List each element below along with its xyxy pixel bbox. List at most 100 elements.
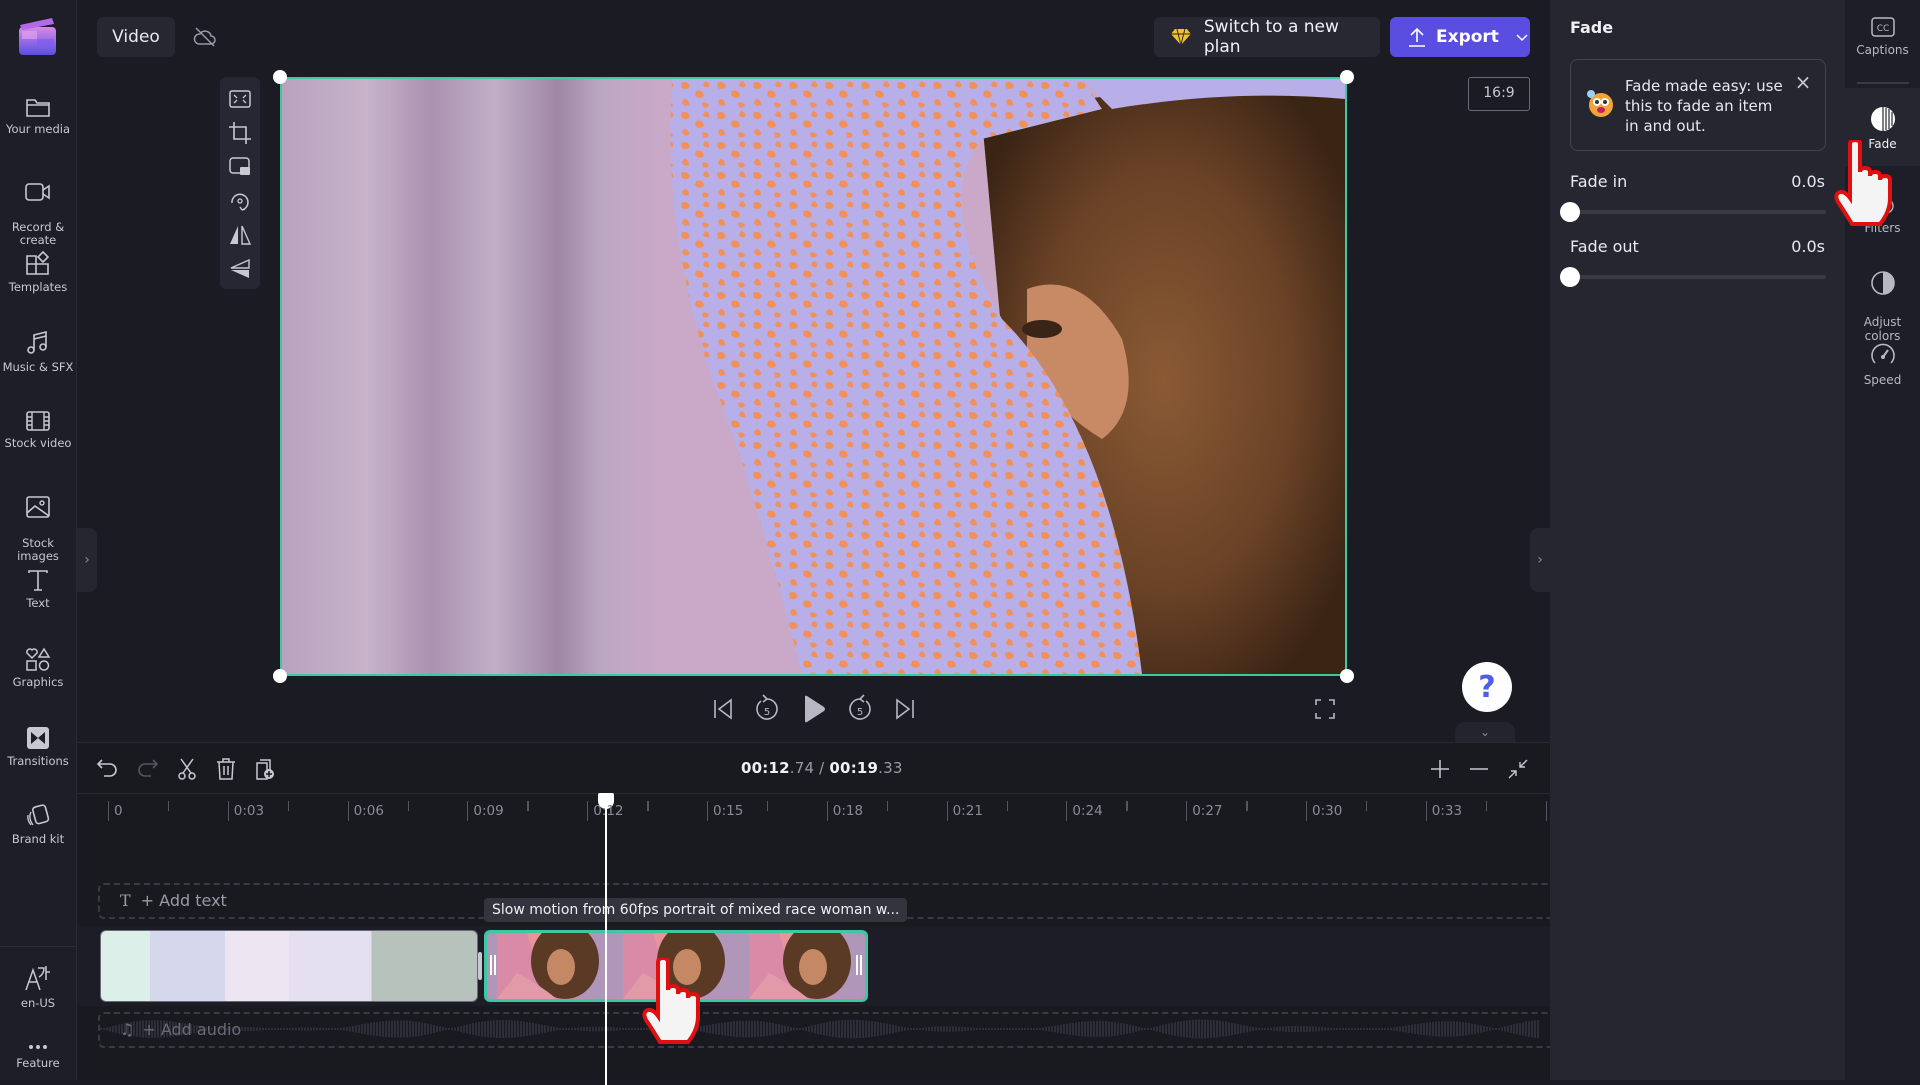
resize-handle-bottom-right[interactable] (1340, 669, 1354, 683)
sidebar-item-label: Music & SFX (2, 360, 74, 374)
sidebar-item-your-media[interactable]: Your media (0, 96, 76, 136)
fade-in-label: Fade in (1570, 172, 1628, 191)
svg-text:CC: CC (1876, 24, 1889, 34)
fade-in-slider-thumb[interactable] (1560, 202, 1580, 222)
add-audio-track[interactable]: ♫ + Add audio (98, 1012, 1550, 1048)
fade-out-slider[interactable] (1570, 275, 1826, 279)
skip-to-start-icon[interactable] (710, 696, 736, 722)
skip-to-end-icon[interactable] (892, 696, 918, 722)
music-note-icon: ♫ (120, 1020, 135, 1039)
rail-item-label: Speed (1863, 373, 1902, 387)
rotate-icon[interactable] (228, 189, 252, 213)
ruler-tick (1126, 801, 1128, 811)
sidebar-item-music-sfx[interactable]: Music & SFX (0, 330, 76, 374)
language-label: en-US (20, 996, 56, 1010)
playhead[interactable] (605, 795, 607, 1085)
fade-in-value: 0.0s (1791, 172, 1825, 191)
flip-horizontal-icon[interactable] (228, 223, 252, 247)
sidebar-item-graphics[interactable]: Graphics (0, 647, 76, 689)
rail-item-captions[interactable]: CC Captions (1845, 16, 1920, 57)
chevron-down-icon: ⌄ (1479, 725, 1491, 739)
flip-vertical-icon[interactable] (228, 257, 252, 281)
sidebar-item-record-create[interactable]: Record & create (0, 168, 76, 247)
current-time-fraction: .74 (789, 759, 815, 777)
ruler-label: 0:12 (587, 801, 624, 821)
ruler-label: 0:21 (946, 801, 983, 821)
feature-button[interactable]: Feature (0, 1042, 76, 1070)
fit-icon[interactable] (228, 87, 252, 111)
fade-in-slider[interactable] (1570, 210, 1826, 214)
sidebar-item-transitions[interactable]: Transitions (0, 726, 76, 768)
fade-panel: Fade Fade made easy: use this to fade an… (1550, 0, 1845, 1080)
diamond-icon (1170, 28, 1191, 46)
project-title-tab[interactable]: Video (97, 17, 175, 57)
play-icon[interactable] (801, 694, 827, 724)
expand-left-panel-button[interactable]: › (77, 528, 97, 592)
resize-handle-bottom-left[interactable] (273, 669, 287, 683)
delete-icon[interactable] (214, 757, 238, 781)
video-clip[interactable] (100, 930, 478, 1002)
fade-out-slider-thumb[interactable] (1560, 267, 1580, 287)
ruler-label: 0:24 (1066, 801, 1103, 821)
forward-seconds: 5 (857, 707, 863, 718)
video-preview[interactable] (280, 77, 1347, 676)
video-frame-image (282, 79, 1345, 674)
fade-out-label: Fade out (1570, 237, 1639, 256)
export-button[interactable]: Export (1390, 17, 1530, 57)
rail-item-adjust-colors[interactable]: Adjust colors (1845, 256, 1920, 343)
ruler-tick (167, 801, 170, 811)
resize-handle-top-right[interactable] (1340, 70, 1354, 84)
help-button[interactable]: ? (1462, 662, 1512, 712)
upload-icon (1409, 27, 1425, 47)
ruler-label: 0:06 (347, 801, 384, 821)
fit-timeline-icon[interactable] (1506, 757, 1530, 781)
add-text-label: + Add text (140, 891, 227, 910)
sidebar-item-stock-images[interactable]: Stock images (0, 482, 76, 563)
music-icon (27, 330, 47, 354)
cloud-off-icon[interactable] (193, 26, 217, 48)
aspect-ratio-button[interactable]: 16:9 (1468, 77, 1530, 111)
zoom-in-icon[interactable] (1428, 757, 1452, 781)
crop-icon[interactable] (228, 121, 252, 145)
ruler-label: 0:33 (1425, 801, 1462, 821)
fade-out-value: 0.0s (1791, 237, 1825, 256)
ruler-label: 0:30 (1306, 801, 1342, 821)
clip-right-handle[interactable] (856, 955, 862, 975)
time-separator: / (814, 759, 830, 777)
resize-handle-top-left[interactable] (273, 70, 287, 84)
clip-left-handle[interactable] (490, 955, 496, 975)
zoom-out-icon[interactable] (1467, 757, 1491, 781)
image-icon (26, 496, 50, 518)
duplicate-icon[interactable] (253, 757, 277, 781)
ruler-tick (287, 801, 290, 811)
switch-plan-button[interactable]: Switch to a new plan (1154, 17, 1380, 57)
sidebar-item-label: Record & create (11, 220, 65, 247)
clip-trim-handle[interactable] (478, 952, 482, 980)
redo-icon[interactable] (135, 757, 159, 781)
picture-in-picture-icon[interactable] (228, 155, 252, 179)
close-tip-button[interactable]: × (1793, 72, 1813, 92)
collapse-preview-button[interactable]: ⌄ (1455, 722, 1515, 742)
ruler-tick (647, 801, 649, 811)
sidebar-item-templates[interactable]: Templates (0, 250, 76, 294)
rewind-5-icon[interactable]: 5 (753, 693, 781, 723)
sidebar-item-label: Brand kit (11, 832, 65, 846)
collapse-right-panel-button[interactable]: › (1530, 528, 1550, 592)
question-mark-icon: ? (1478, 669, 1496, 705)
forward-5-icon[interactable]: 5 (846, 693, 874, 723)
language-button[interactable]: en-US (0, 964, 76, 1010)
ruler-tick (1246, 801, 1248, 811)
ruler-label: 0:18 (826, 801, 863, 821)
rail-item-speed[interactable]: Speed (1845, 342, 1920, 387)
fullscreen-icon[interactable] (1314, 698, 1336, 720)
sidebar-item-brand-kit[interactable]: Brand kit (0, 804, 76, 846)
sidebar-item-text[interactable]: Text (0, 568, 76, 610)
split-scissors-icon[interactable] (175, 757, 199, 781)
rail-divider (1857, 82, 1909, 84)
transitions-icon (27, 727, 49, 749)
templates-icon (26, 250, 50, 275)
sidebar-item-stock-video[interactable]: Stock video (0, 410, 76, 450)
undo-icon[interactable] (96, 757, 120, 781)
text-icon (28, 570, 48, 591)
film-icon (26, 411, 50, 431)
